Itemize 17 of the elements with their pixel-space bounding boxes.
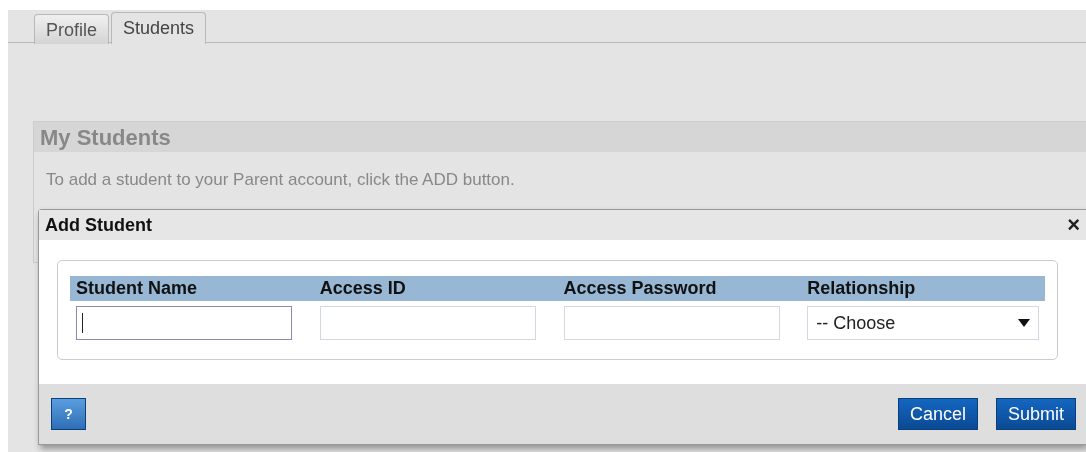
text-cursor [82, 313, 83, 333]
tab[interactable]: Students [111, 12, 207, 44]
close-button[interactable]: × [1067, 214, 1080, 236]
panel-instructions: To add a student to your Parent account, click the ADD button. [45, 169, 516, 191]
column-label: Relationship [801, 276, 1045, 301]
panel-title: My Students [34, 122, 1086, 152]
help-button[interactable]: ? [51, 398, 86, 430]
column-label: Access Password [557, 276, 802, 301]
cancel-button[interactable]: Cancel [897, 398, 978, 430]
dropdown-caret-icon [1018, 319, 1030, 327]
dialog-title: Add Student [45, 214, 152, 236]
tab[interactable]: Profile [34, 14, 110, 44]
submit-button[interactable]: Submit [995, 398, 1076, 430]
relationship-dropdown[interactable]: -- Choose [807, 306, 1039, 340]
column-label: Access ID [313, 276, 558, 301]
text-field[interactable] [76, 306, 292, 340]
column-label: Student Name [70, 276, 314, 301]
